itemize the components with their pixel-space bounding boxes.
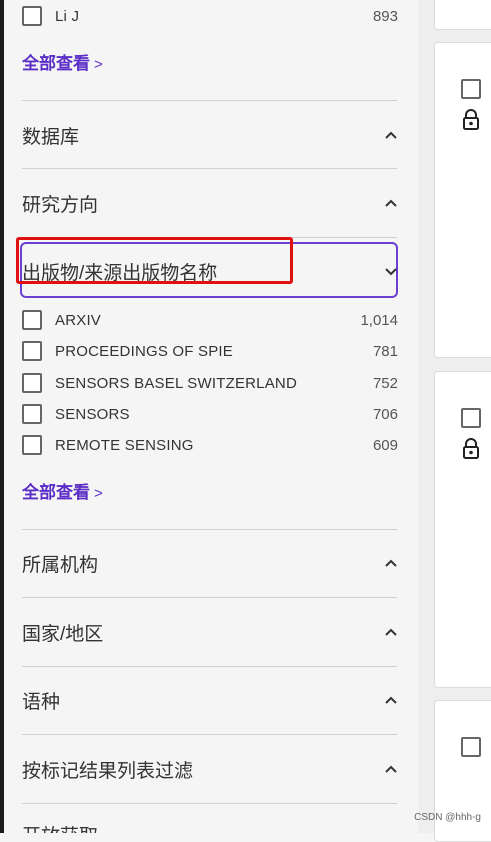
section-open-access[interactable]: 开放获取 [22,818,398,833]
chevron-right-icon: > [94,56,103,73]
result-card [434,371,491,688]
section-title: 研究方向 [22,194,99,216]
filter-option[interactable]: ARXIV 1,014 [22,308,398,332]
option-count: 706 [372,405,398,423]
option-label: Li J [55,7,80,25]
section-language[interactable]: 语种 [22,685,398,715]
option-count: 609 [372,436,398,454]
divider [22,100,397,101]
checkbox[interactable] [22,6,42,26]
lock-icon [463,438,479,459]
filter-sidebar: Li J 893 全部查看 > 数据库 研究方向 出版物/来源出版物名称 ARXI… [4,0,418,833]
option-count: 1,014 [360,311,398,329]
checkbox[interactable] [22,435,42,455]
chevron-up-icon [385,765,397,773]
divider [22,803,397,804]
option-label: REMOTE SENSING [55,436,194,454]
section-countries[interactable]: 国家/地区 [22,617,398,647]
section-title: 国家/地区 [22,623,104,645]
option-label: PROCEEDINGS OF SPIE [55,342,233,360]
chevron-up-icon [385,559,397,567]
divider [22,597,397,598]
section-title: 开放获取 [22,821,98,833]
option-count: 781 [372,342,398,360]
section-title: 按标记结果列表过滤 [22,760,194,782]
section-title: 所属机构 [22,554,99,576]
divider [22,734,397,735]
filter-option-author[interactable]: Li J 893 [22,4,398,28]
watermark: CSDN @hhh-g [414,812,481,823]
result-card [434,42,491,358]
view-all-label: 全部查看 [22,483,90,502]
section-database[interactable]: 数据库 [22,120,398,150]
filter-option[interactable]: SENSORS 706 [22,402,398,426]
section-affiliations[interactable]: 所属机构 [22,548,398,578]
option-label: ARXIV [55,311,102,329]
checkbox[interactable] [22,341,42,361]
divider [22,168,397,169]
chevron-up-icon [385,131,397,139]
view-all-link-authors[interactable]: 全部查看 > [22,49,103,74]
result-checkbox[interactable] [461,79,481,99]
chevron-up-icon [385,628,397,636]
chevron-up-icon [385,696,397,704]
option-label: SENSORS BASEL SWITZERLAND [55,374,297,392]
chevron-right-icon: > [94,485,103,502]
option-label: SENSORS [55,405,130,423]
section-title: 数据库 [22,126,80,148]
divider [22,666,397,667]
result-checkbox[interactable] [461,737,481,757]
section-title: 语种 [22,691,61,713]
chevron-down-icon [385,268,397,276]
highlight-annotation-box [16,237,293,284]
view-all-link-publications[interactable]: 全部查看 > [22,478,103,503]
section-research-area[interactable]: 研究方向 [22,188,398,218]
filter-option[interactable]: PROCEEDINGS OF SPIE 781 [22,339,398,363]
filter-option[interactable]: SENSORS BASEL SWITZERLAND 752 [22,371,398,395]
results-column [418,0,491,842]
checkbox[interactable] [22,404,42,424]
filter-option[interactable]: REMOTE SENSING 609 [22,433,398,457]
chevron-up-icon [385,199,397,207]
result-checkbox[interactable] [461,408,481,428]
lock-icon [463,109,479,130]
section-filter-by-marked-list[interactable]: 按标记结果列表过滤 [22,754,398,784]
checkbox[interactable] [22,310,42,330]
option-count: 893 [372,7,398,25]
checkbox[interactable] [22,373,42,393]
divider [22,529,397,530]
view-all-label: 全部查看 [22,54,90,73]
option-count: 752 [372,374,398,392]
result-card [434,0,491,30]
